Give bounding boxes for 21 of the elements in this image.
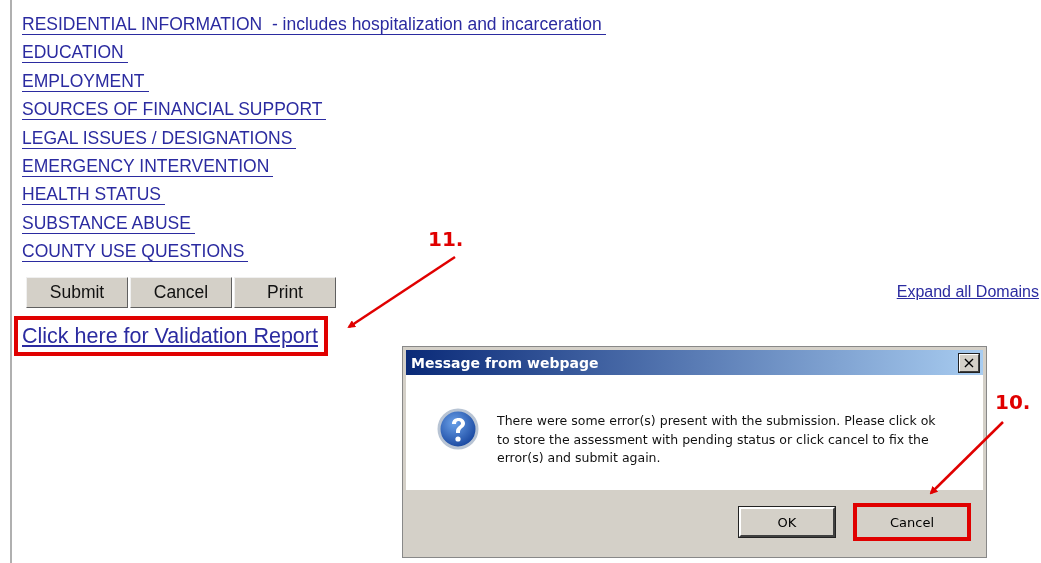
print-button[interactable]: Print [234,276,336,308]
expand-all-link[interactable]: Expand all Domains [896,277,1039,307]
domain-link[interactable]: SUBSTANCE ABUSE [22,208,195,238]
ok-button[interactable]: OK [739,507,835,537]
close-button[interactable]: × [959,353,979,372]
domain-link[interactable]: COUNTY USE QUESTIONS [22,237,249,266]
domain-link[interactable]: RESIDENTIAL INFORMATION - includes hospitalization and incarceration [22,10,606,39]
step-number: 10. [995,390,1031,414]
cancel-button[interactable]: Cancel [853,503,971,541]
domain-link[interactable]: SOURCES OF FINANCIAL SUPPORT [22,95,327,124]
question-icon [437,408,479,450]
step-number: 11. [428,227,464,251]
domain-link[interactable]: LEGAL ISSUES / DESIGNATIONS [22,123,297,153]
dialog-message: There were some error(s) present with the submission. Please click ok to store the assessment with pending status or click cancel to fix the error(s) and submit again. [497,412,937,467]
submit-button[interactable]: Submit [26,276,128,308]
domain-link[interactable]: EMERGENCY INTERVENTION [22,152,274,181]
dialog-title: Message from webpage [411,354,599,371]
domain-link[interactable]: EDUCATION [22,38,128,67]
domain-link[interactable]: EMPLOYMENT [22,66,149,96]
cancel-button[interactable]: Cancel [130,276,232,308]
domain-link[interactable]: HEALTH STATUS [22,180,166,209]
